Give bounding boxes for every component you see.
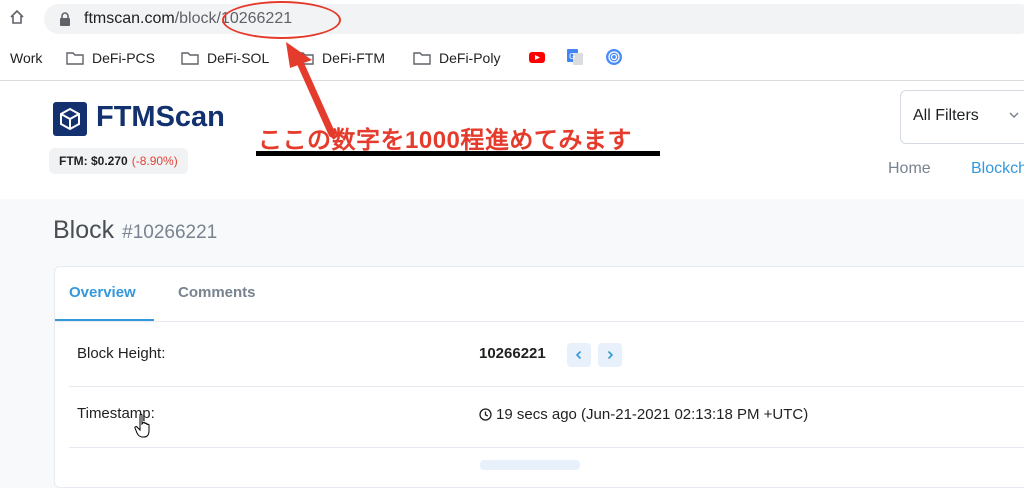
chevron-left-icon [575,350,582,360]
youtube-icon[interactable] [528,48,546,66]
timestamp-value: 19 secs ago (Jun-21-2021 02:13:18 PM +UT… [479,406,808,423]
bookmark-label: DeFi-Poly [439,50,501,66]
chevron-right-icon [607,350,614,360]
folder-icon [181,52,199,65]
ftmscan-logo-icon[interactable] [53,102,87,136]
folder-icon [413,52,431,65]
fingerprint-icon[interactable] [605,48,623,66]
active-tab-indicator [55,319,154,321]
bookmark-label: Work [10,50,43,66]
address-bar[interactable]: ftmscan.com/block/10266221 [44,4,1024,34]
bookmark-label: DeFi-PCS [92,50,156,66]
prev-block-button[interactable] [567,343,591,367]
timestamp-text: 19 secs ago (Jun-21-2021 02:13:18 PM +UT… [496,406,809,423]
clock-icon [479,408,492,421]
logo-text[interactable]: FTMScan [96,101,225,134]
ftm-price-badge: FTM: $0.270 (-8.90%) [49,148,188,174]
tab-overview[interactable]: Overview [69,284,136,301]
hand-cursor-icon [134,413,150,438]
bookmark-work[interactable]: Work [10,48,42,68]
chevron-down-icon [1009,112,1019,119]
annotation-note: ここの数字を1000程進めてみます [258,127,632,154]
next-row-badge [480,460,580,470]
bookmarks-bar: Work DeFi-PCS DeFi-SOL DeFi-FTM DeFi-Pol… [0,44,1024,72]
block-number-label: #10266221 [122,222,218,243]
block-height-label: Block Height: [77,345,166,362]
filter-label: All Filters [913,107,979,124]
bookmark-folder-defi-sol[interactable]: DeFi-SOL [181,48,269,68]
nav-home[interactable]: Home [888,160,931,178]
svg-text:G: G [569,52,575,61]
row-divider [69,447,1024,448]
next-block-button[interactable] [598,343,622,367]
cube-icon [60,107,80,131]
search-filter-select[interactable]: All Filters [900,90,1024,144]
bookmark-folder-defi-pcs[interactable]: DeFi-PCS [66,48,155,68]
tabs: Overview Comments [55,267,1024,322]
row-divider [69,386,1024,387]
block-overview-card: Overview Comments Block Height: 10266221… [54,266,1024,488]
folder-icon [66,52,84,65]
bookmark-folder-defi-poly[interactable]: DeFi-Poly [413,48,500,68]
annotation-underline [256,151,660,156]
ftm-price: FTM: $0.270 [59,154,128,168]
ftm-price-change: (-8.90%) [131,154,178,168]
bookmark-label: DeFi-SOL [207,50,270,66]
page-title-text: Block [53,216,115,244]
lock-icon [60,12,70,26]
block-height-value: 10266221 [479,345,546,362]
tab-comments[interactable]: Comments [178,284,256,301]
home-icon[interactable] [8,8,26,26]
highlight-circle [222,1,341,39]
browser-toolbar: ftmscan.com/block/10266221 Work DeFi-PCS… [0,0,1024,81]
page-title: Block #10266221 [53,216,217,245]
nav-blockchain[interactable]: Blockch [971,160,1024,178]
google-translate-icon[interactable]: G [566,48,584,66]
url-host: ftmscan.com [84,10,175,27]
